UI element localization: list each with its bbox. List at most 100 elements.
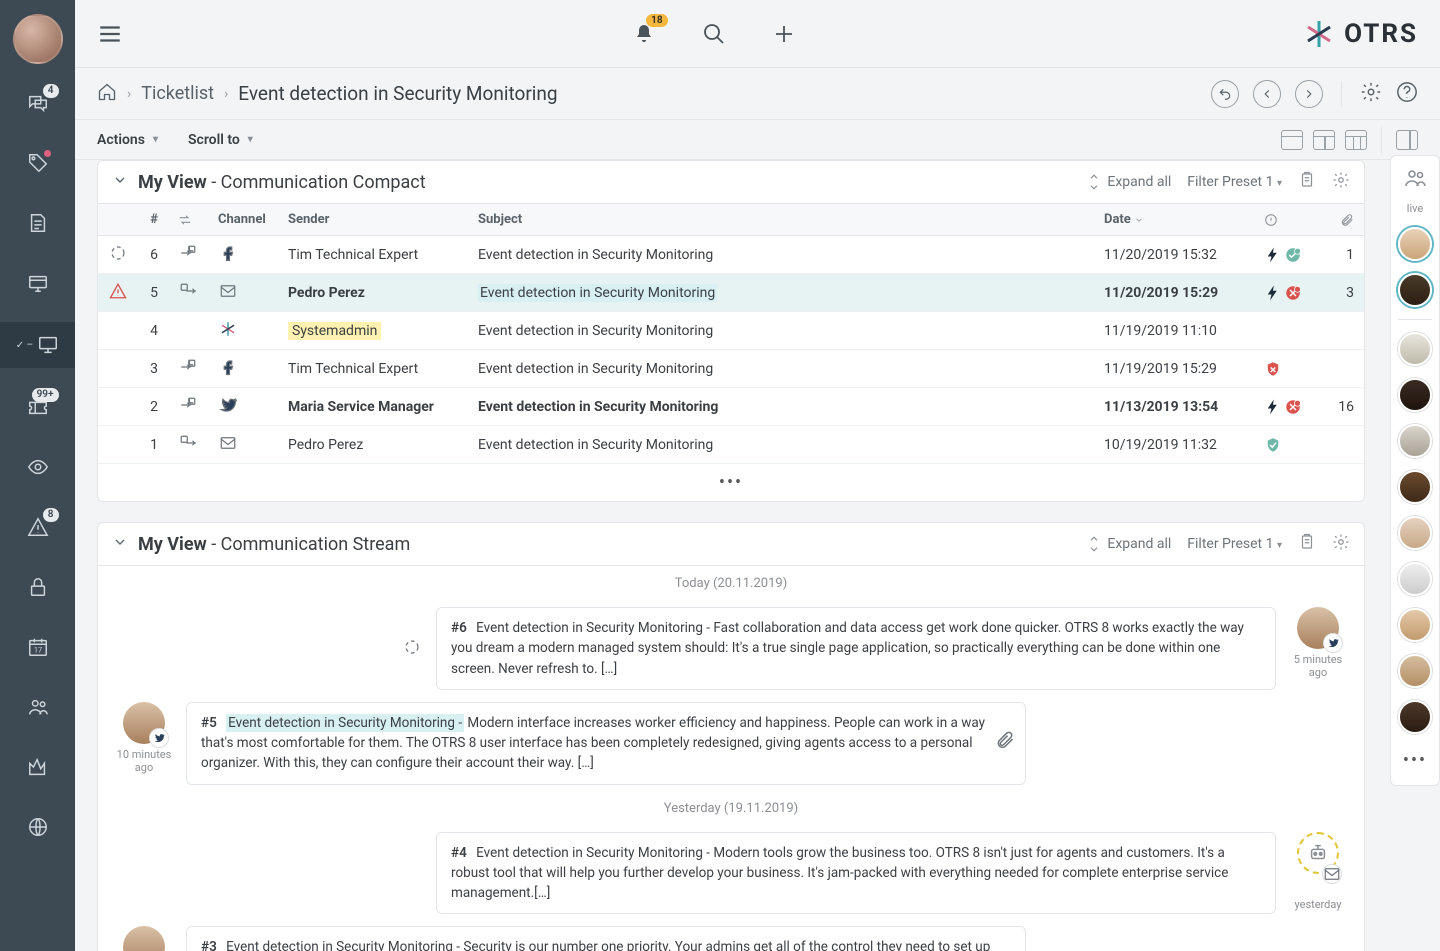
sidebar-watch-icon[interactable]: [17, 446, 59, 488]
status-check-green-icon: [1284, 246, 1302, 264]
current-user-avatar[interactable]: [13, 14, 63, 64]
message-id: #5: [201, 715, 217, 731]
clipboard-icon[interactable]: [1298, 171, 1316, 193]
stream-message[interactable]: yesterday#4 Event detection in Security …: [98, 826, 1364, 921]
row-subject: Event detection in Security Monitoring: [468, 236, 1094, 274]
presence-avatar[interactable]: [1398, 470, 1432, 504]
presence-avatar[interactable]: [1398, 700, 1432, 734]
layout-sidepanel-button[interactable]: [1396, 130, 1418, 150]
sidebar-calendar-icon[interactable]: 17: [17, 626, 59, 668]
search-icon[interactable]: [702, 22, 726, 46]
chevron-down-icon: ▾: [1277, 178, 1282, 189]
status-x-red-icon: [1284, 284, 1302, 302]
table-row[interactable]: 5Pedro PerezEvent detection in Security …: [98, 274, 1364, 312]
sidebar-tickets-icon[interactable]: 99+: [17, 386, 59, 428]
brand-logo[interactable]: OTRS: [1304, 19, 1418, 49]
widget-settings-icon[interactable]: [1332, 171, 1350, 193]
presence-live-label: live: [1407, 202, 1423, 215]
col-subject[interactable]: Subject: [468, 204, 1094, 236]
scrollto-menu[interactable]: Scroll to▾: [188, 132, 253, 148]
table-more-icon[interactable]: •••: [98, 464, 1364, 501]
sidebar-articles-icon[interactable]: [17, 202, 59, 244]
date-separator: Yesterday (19.11.2019): [98, 791, 1364, 826]
actions-menu[interactable]: Actions▾: [97, 132, 158, 148]
row-subject: Event detection in Security Monitoring: [468, 426, 1094, 464]
col-date[interactable]: Date: [1094, 204, 1254, 236]
col-attachments[interactable]: [1324, 204, 1364, 236]
presence-avatar[interactable]: [1398, 424, 1432, 458]
breadcrumb-current: Event detection in Security Monitoring: [238, 82, 557, 105]
sidebar-lock-icon[interactable]: [17, 566, 59, 608]
hamburger-icon[interactable]: [97, 21, 123, 47]
sidebar-globe-icon[interactable]: [17, 806, 59, 848]
presence-avatar[interactable]: [1398, 332, 1432, 366]
time-ago: 10 minutes ago: [116, 748, 172, 774]
col-sender[interactable]: Sender: [278, 204, 468, 236]
direction-in-icon: [178, 395, 198, 415]
settings-gear-icon[interactable]: [1360, 81, 1382, 107]
sidebar-monitoring-icon[interactable]: ✓ –: [0, 322, 75, 368]
brand-logo-text: OTRS: [1344, 19, 1418, 49]
message-avatar: [123, 702, 165, 744]
sidebar-alerts-icon[interactable]: 8: [17, 506, 59, 548]
breadcrumb-ticketlist[interactable]: Ticketlist: [141, 83, 214, 104]
prev-button[interactable]: [1253, 80, 1281, 108]
stream-message[interactable]: 10 minutes ago#5 Event detection in Secu…: [98, 696, 1364, 791]
presence-avatar[interactable]: [1398, 562, 1432, 596]
presence-more-icon[interactable]: •••: [1403, 746, 1427, 775]
clipboard-icon[interactable]: [1298, 533, 1316, 555]
next-button[interactable]: [1295, 80, 1323, 108]
help-icon[interactable]: [1396, 81, 1418, 107]
presence-avatar[interactable]: [1398, 227, 1432, 261]
time-ago: yesterday: [1294, 898, 1341, 911]
table-row[interactable]: 3Tim Technical ExpertEvent detection in …: [98, 350, 1364, 388]
add-icon[interactable]: [772, 22, 796, 46]
stream-message[interactable]: 5 minutes ago#6 Event detection in Secur…: [98, 601, 1364, 696]
filter-preset-dropdown[interactable]: Filter Preset 1 ▾: [1187, 174, 1282, 190]
widget-settings-icon[interactable]: [1332, 533, 1350, 555]
presence-avatar[interactable]: [1398, 654, 1432, 688]
sidebar-users-icon[interactable]: [17, 686, 59, 728]
presence-avatar[interactable]: [1398, 378, 1432, 412]
expand-all-button[interactable]: Expand all: [1085, 535, 1171, 553]
sidebar-reports-icon[interactable]: [17, 746, 59, 788]
layout-three-col-button[interactable]: [1345, 130, 1367, 150]
col-num[interactable]: #: [138, 204, 168, 236]
collapse-icon[interactable]: [112, 172, 128, 192]
row-attachments: [1324, 312, 1364, 350]
home-icon[interactable]: [97, 82, 117, 106]
attachment-icon[interactable]: [995, 730, 1015, 756]
status-shield-x-icon: [1264, 360, 1282, 378]
table-row[interactable]: 4SystemadminEvent detection in Security …: [98, 312, 1364, 350]
row-status: [1254, 388, 1324, 426]
stream-message[interactable]: yesterday#3 Event detection in Security …: [98, 920, 1364, 951]
presence-users-icon[interactable]: [1403, 166, 1427, 190]
message-id: #3: [201, 939, 217, 951]
layout-single-button[interactable]: [1281, 130, 1303, 150]
row-num: 3: [138, 350, 168, 388]
sidebar-assets-icon[interactable]: [17, 262, 59, 304]
presence-avatar[interactable]: [1398, 516, 1432, 550]
collapse-icon[interactable]: [112, 534, 128, 554]
col-status[interactable]: [1254, 204, 1324, 236]
col-channel[interactable]: Channel: [208, 204, 278, 236]
filter-preset-dropdown[interactable]: Filter Preset 1 ▾: [1187, 536, 1282, 552]
undo-button[interactable]: [1211, 80, 1239, 108]
row-date: 11/20/2019 15:32: [1094, 236, 1254, 274]
sidebar-chat-icon[interactable]: 4: [17, 82, 59, 124]
presence-avatar[interactable]: [1398, 273, 1432, 307]
sidebar-tags-icon[interactable]: [17, 142, 59, 184]
notifications-count-badge: 18: [646, 14, 667, 27]
presence-avatar[interactable]: [1398, 608, 1432, 642]
table-row[interactable]: 6Tim Technical ExpertEvent detection in …: [98, 236, 1364, 274]
row-sender: Pedro Perez: [278, 426, 468, 464]
layout-two-col-button[interactable]: [1313, 130, 1335, 150]
notifications-bell-icon[interactable]: 18: [632, 22, 656, 46]
chevron-right-icon: ›: [224, 86, 228, 102]
chevron-down-icon: ▾: [153, 134, 158, 145]
table-row[interactable]: 2Maria Service ManagerEvent detection in…: [98, 388, 1364, 426]
table-row[interactable]: 1Pedro PerezEvent detection in Security …: [98, 426, 1364, 464]
col-direction[interactable]: [168, 204, 208, 236]
sidebar-chat-badge: 4: [43, 84, 59, 98]
expand-all-button[interactable]: Expand all: [1085, 173, 1171, 191]
